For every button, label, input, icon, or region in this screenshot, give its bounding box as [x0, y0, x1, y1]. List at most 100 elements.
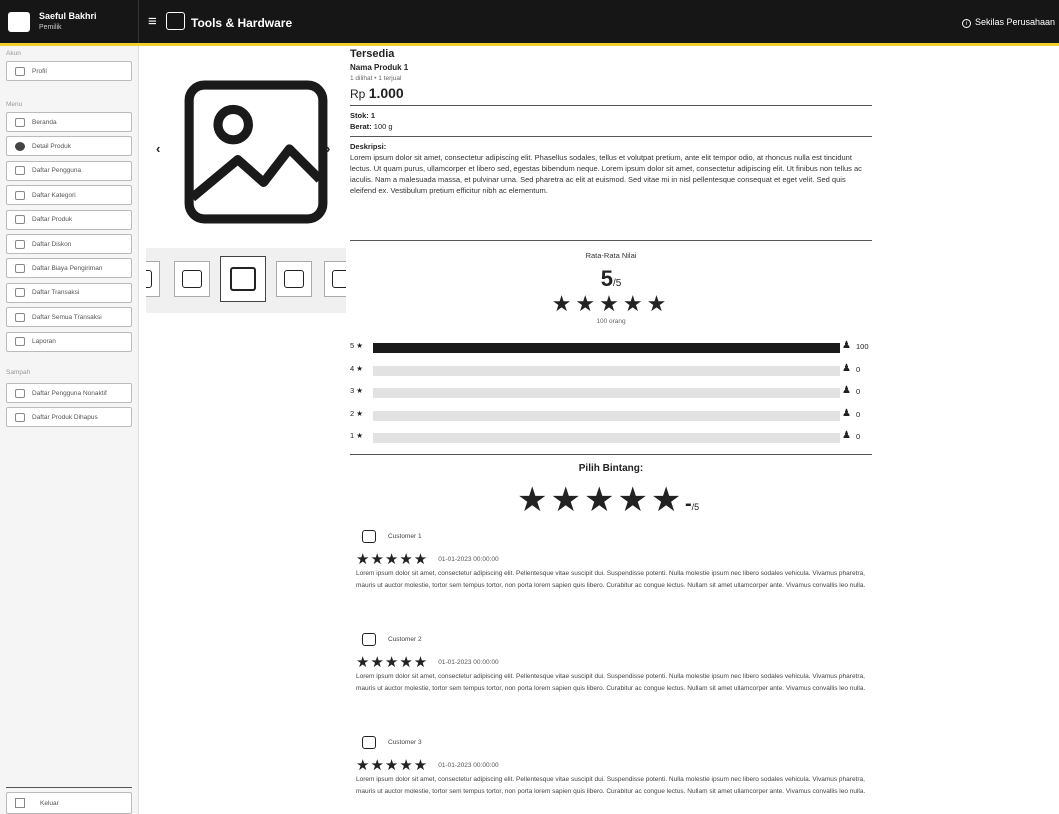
- rating-bar-label: 5 ★: [350, 341, 363, 350]
- rating-bar-label: 2 ★: [350, 408, 363, 418]
- rating-summary: Rata-Rata Nilai 5/5 ★★★★★ 100 orang 5 ★ ♟…: [350, 240, 872, 454]
- product-name: Nama Produk 1: [350, 63, 409, 72]
- rating-bar-count: 0: [856, 387, 861, 396]
- thumbnail[interactable]: [146, 261, 160, 297]
- thumbnail[interactable]: [324, 261, 346, 297]
- rating-bar-row: 3 ★ ♟ 0: [350, 384, 872, 398]
- review-stars: ★★★★★: [356, 757, 429, 774]
- menu-icon-1: [15, 141, 25, 151]
- user-card[interactable]: Saeful Bakhri Pemilik: [0, 0, 139, 43]
- thumbnail-strip: [146, 248, 346, 313]
- pick-star-label: Pilih Bintang:: [578, 463, 644, 474]
- menu-icon-4: [15, 215, 25, 225]
- logout-icon: [15, 798, 25, 808]
- review-stars: ★★★★★: [356, 551, 429, 568]
- avatar-image-icon: [8, 11, 30, 32]
- customer-name: Customer 1: [388, 533, 422, 540]
- prev-image-button[interactable]: ‹: [156, 141, 160, 156]
- rating-bar-count: 0: [856, 432, 861, 441]
- availability-status: Tersedia: [350, 48, 395, 60]
- rating-bar-row: 4 ★ ♟ 0: [350, 362, 872, 376]
- customer-avatar-icon: [362, 530, 376, 543]
- product-info: Tersedia Nama Produk 1 1 dilihat • 1 ter…: [350, 48, 872, 196]
- review-text: Lorem ipsum dolor sit amet, consectetur …: [356, 673, 866, 692]
- page-title: Tools & Hardware: [191, 16, 293, 30]
- rating-bar-track: [373, 343, 840, 353]
- rating-bar-track: [373, 410, 840, 421]
- person-icon: ♟: [842, 430, 851, 441]
- sidebar-item-profile[interactable]: Profil: [6, 61, 132, 81]
- sidebar-item-daftar-pengguna[interactable]: Daftar Pengguna: [6, 160, 132, 181]
- user-role: Pemilik: [39, 23, 62, 31]
- rating-bar-label: 4 ★: [350, 363, 363, 373]
- rating-bar-label: 1 ★: [350, 431, 363, 440]
- menu-icon-3: [15, 190, 25, 200]
- thumbnail[interactable]: [174, 261, 210, 297]
- menu-icon-0: [15, 117, 25, 127]
- category-image-icon: [166, 12, 185, 30]
- image-icon: [230, 267, 256, 291]
- next-image-button[interactable]: ›: [326, 141, 330, 156]
- menu-icon-2: [15, 166, 25, 176]
- sidebar-item-daftar-kategori[interactable]: Daftar Kategori: [6, 185, 132, 206]
- person-icon: ♟: [842, 385, 851, 396]
- rating-bar-track: [373, 433, 840, 443]
- rating-bar-label: 3 ★: [350, 386, 363, 395]
- weight-label: Berat:: [350, 122, 372, 131]
- person-icon: ♟: [842, 362, 851, 374]
- picked-value: -/5: [685, 493, 700, 515]
- sidebar-item-detail-produk[interactable]: Detail Produk: [6, 136, 132, 157]
- star-picker-stars[interactable]: ★★★★★: [517, 483, 684, 517]
- review-date: 01-01-2023 00:00:00: [438, 762, 499, 769]
- rating-bar-fill: [373, 343, 840, 353]
- customer-avatar-icon: [362, 633, 376, 646]
- person-icon: ♟: [842, 340, 851, 351]
- user-name: Saeful Bakhri: [39, 10, 97, 21]
- sidebar-item-daftar-produk[interactable]: Daftar Produk: [6, 209, 132, 230]
- rating-bar-row: 1 ★ ♟ 0: [350, 429, 872, 443]
- stock-label: Stok:: [350, 111, 369, 120]
- info-icon: i: [961, 19, 971, 28]
- divider: [6, 787, 132, 788]
- image-icon: [332, 270, 346, 288]
- review-item: Customer 2 ★★★★★ 01-01-2023 00:00:00 Lorem …: [356, 633, 876, 695]
- customer-name: Customer 3: [388, 739, 422, 746]
- rating-bar-row: 5 ★ ♟ 100: [350, 339, 872, 353]
- average-rating-value: 5/5: [600, 266, 622, 291]
- image-icon: [182, 270, 202, 288]
- product-description: Lorem ipsum dolor sit amet, consectetur …: [350, 153, 862, 195]
- sidebar-item-daftar-diskon[interactable]: Daftar Diskon: [6, 234, 132, 254]
- weight-value: 100 g: [373, 122, 393, 131]
- average-stars: ★★★★★: [551, 291, 671, 316]
- menu-icon-9: [15, 337, 25, 347]
- review-stars: ★★★★★: [356, 654, 429, 671]
- rating-bar-count: 100: [856, 342, 869, 351]
- review-item: Customer 3 ★★★★★ 01-01-2023 00:00:00 Lorem …: [356, 736, 876, 798]
- divider: [350, 136, 872, 137]
- sidebar-item-daftar-transaksi[interactable]: Daftar Transaksi: [6, 282, 132, 303]
- rating-bar-row: 2 ★ ♟ 0: [350, 407, 872, 421]
- thumbnail[interactable]: [276, 261, 312, 297]
- rating-bar-count: 0: [856, 409, 861, 419]
- top-bar: Saeful Bakhri Pemilik ≡ Tools & Hardware…: [0, 0, 1059, 46]
- sidebar-item-daftar-biaya-pengiriman[interactable]: Daftar Biaya Pengiriman: [6, 258, 132, 279]
- sidebar-item-daftar-semua-transaksi[interactable]: Daftar Semua Transaksi: [6, 307, 132, 328]
- logout-button[interactable]: Keluar: [6, 792, 132, 814]
- thumbnail-selected[interactable]: [220, 256, 266, 302]
- sidebar-item-laporan[interactable]: Laporan: [6, 331, 132, 352]
- menu-icon-8: [15, 312, 25, 322]
- image-icon: [284, 270, 304, 288]
- menu-icon-5: [15, 239, 25, 249]
- divider: [350, 105, 872, 106]
- menu-icon-6: [15, 263, 25, 273]
- menu-icon[interactable]: ≡: [148, 14, 157, 29]
- trash-item-icon: [15, 388, 25, 398]
- rating-bar-track: [373, 365, 840, 376]
- product-image-placeholder-icon: [184, 80, 328, 224]
- sidebar-item-daftar-produk-dihapus[interactable]: Daftar Produk Dihapus: [6, 407, 132, 427]
- sidebar-item-daftar-pengguna-nonaktif[interactable]: Daftar Pengguna Nonaktif: [6, 383, 132, 403]
- product-price: Rp 1.000: [350, 85, 404, 101]
- sidebar-item-beranda[interactable]: Beranda: [6, 112, 132, 132]
- about-company-link[interactable]: i Sekilas Perusahaan: [961, 17, 1055, 28]
- rating-count: 100 orang: [596, 318, 626, 325]
